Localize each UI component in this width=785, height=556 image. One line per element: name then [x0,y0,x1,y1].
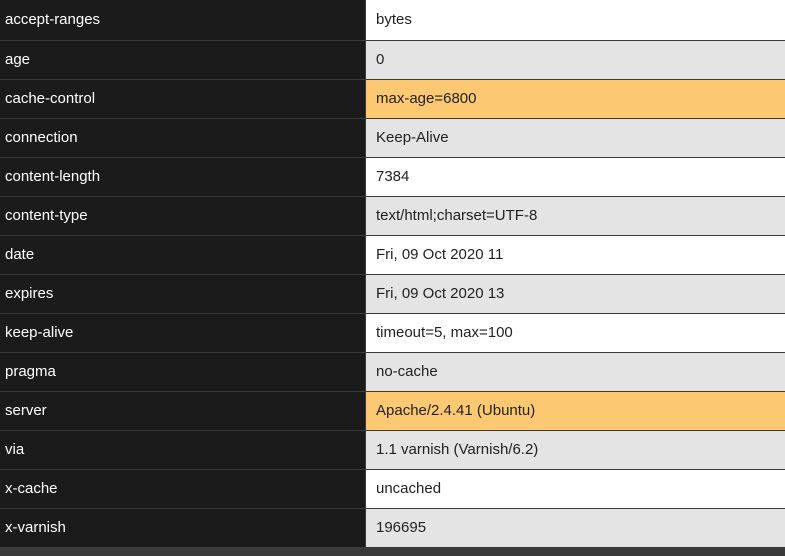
header-value: 1.1 varnish (Varnish/6.2) [366,431,785,469]
header-key: content-type [0,197,366,235]
header-key: x-varnish [0,509,366,547]
header-value: 0 [366,41,785,79]
header-value: no-cache [366,353,785,391]
header-value: uncached [366,470,785,508]
header-value: max-age=6800 [366,80,785,118]
headers-table: accept-ranges bytes age 0 cache-control … [0,0,785,548]
header-value: 196695 [366,509,785,547]
header-key: cache-control [0,80,366,118]
header-value: Fri, 09 Oct 2020 11 [366,236,785,274]
header-row-server: server Apache/2.4.41 (Ubuntu) [0,392,785,431]
header-row-keep-alive: keep-alive timeout=5, max=100 [0,314,785,353]
header-row-expires: expires Fri, 09 Oct 2020 13 [0,275,785,314]
header-key: pragma [0,353,366,391]
header-value: timeout=5, max=100 [366,314,785,352]
header-key: content-length [0,158,366,196]
header-key: expires [0,275,366,313]
header-key: date [0,236,366,274]
header-row-cache-control: cache-control max-age=6800 [0,80,785,119]
bottom-scrollbar-area [0,548,785,556]
header-key: via [0,431,366,469]
header-row-pragma: pragma no-cache [0,353,785,392]
header-value: bytes [366,0,785,40]
header-key: age [0,41,366,79]
header-row-age: age 0 [0,41,785,80]
header-row-date: date Fri, 09 Oct 2020 11 [0,236,785,275]
header-key: accept-ranges [0,0,366,40]
header-row-via: via 1.1 varnish (Varnish/6.2) [0,431,785,470]
header-row-connection: connection Keep-Alive [0,119,785,158]
header-row-x-cache: x-cache uncached [0,470,785,509]
header-value: text/html;charset=UTF-8 [366,197,785,235]
header-value: Keep-Alive [366,119,785,157]
header-row-x-varnish: x-varnish 196695 [0,509,785,548]
header-key: keep-alive [0,314,366,352]
header-row-content-type: content-type text/html;charset=UTF-8 [0,197,785,236]
header-value: Apache/2.4.41 (Ubuntu) [366,392,785,430]
header-key: x-cache [0,470,366,508]
header-key: connection [0,119,366,157]
header-value: Fri, 09 Oct 2020 13 [366,275,785,313]
header-row-content-length: content-length 7384 [0,158,785,197]
header-key: server [0,392,366,430]
header-row-accept-ranges: accept-ranges bytes [0,0,785,41]
header-value: 7384 [366,158,785,196]
